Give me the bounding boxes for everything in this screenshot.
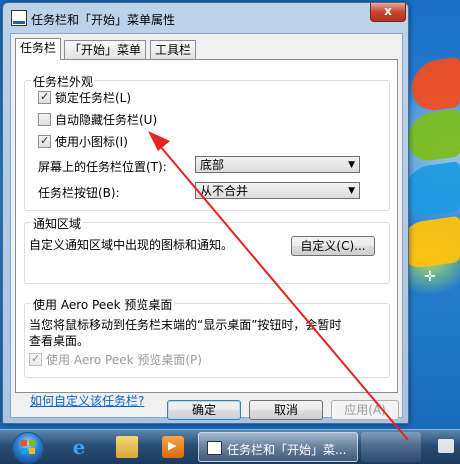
aero-peek-group: 使用 Aero Peek 预览桌面 当您将鼠标移动到任务栏末端的“显示桌面”按钮… [24, 296, 390, 378]
taskbar-window-icon [207, 441, 222, 455]
checkbox-label: 自动隐藏任务栏(U) [55, 113, 158, 127]
ok-button[interactable]: 确定 [167, 400, 241, 420]
taskbar-window-icon [11, 10, 27, 26]
start-button[interactable] [12, 432, 44, 464]
taskbar-location-select[interactable]: 底部 ▼ [195, 156, 360, 173]
windows-flag-icon [21, 440, 35, 454]
chevron-down-icon: ▼ [348, 186, 355, 196]
aero-peek-description-line1: 当您将鼠标移动到任务栏末端的“显示桌面”按钮时，会暂时 [29, 318, 342, 332]
notification-description: 自定义通知区域中出现的图标和通知。 [29, 238, 234, 252]
taskbar-task-button-2[interactable] [361, 432, 421, 462]
notification-area-group: 通知区域 自定义通知区域中出现的图标和通知。 自定义(C)... [24, 215, 390, 284]
windows-taskbar: e 任务栏和「开始」菜... [0, 429, 460, 464]
aero-peek-description-line2: 查看桌面。 [29, 334, 90, 348]
task-button-label: 任务栏和「开始」菜... [227, 443, 347, 457]
group-title: 使用 Aero Peek 预览桌面 [31, 296, 175, 313]
checkbox-label: 使用小图标(I) [55, 135, 128, 149]
windows-logo-red-pane [412, 56, 460, 114]
autohide-taskbar-checkbox[interactable]: 自动隐藏任务栏(U) [38, 112, 157, 128]
small-icons-checkbox[interactable]: 使用小图标(I) [38, 134, 128, 150]
tab-start-menu[interactable]: 「开始」菜单 [64, 40, 147, 59]
group-title: 通知区域 [31, 215, 84, 232]
cancel-button[interactable]: 取消 [249, 400, 323, 420]
customize-button[interactable]: 自定义(C)... [291, 236, 375, 256]
title-bar[interactable]: 任务栏和「开始」菜单属性 x [3, 3, 408, 33]
taskbar-appearance-group: 任务栏外观 锁定任务栏(L) 自动隐藏任务栏(U) 使用小图标(I) 屏幕上的任… [24, 73, 390, 211]
explorer-folder-icon[interactable] [116, 436, 138, 458]
apply-button[interactable]: 应用(A) [331, 400, 399, 420]
checkbox-checked-icon [38, 135, 51, 148]
selected-value: 从不合并 [200, 184, 249, 198]
lock-taskbar-checkbox[interactable]: 锁定任务栏(L) [38, 90, 131, 106]
tab-toolbars[interactable]: 工具栏 [150, 40, 197, 59]
taskbar-location-label: 屏幕上的任务栏位置(T): [38, 160, 167, 174]
checkbox-unchecked-icon [38, 113, 51, 126]
taskbar-properties-dialog: 任务栏和「开始」菜单属性 x 任务栏 「开始」菜单 工具栏 任务栏外观 锁定任务… [2, 2, 409, 424]
windows-logo-blue-pane [404, 161, 460, 219]
close-button[interactable]: x [370, 3, 406, 22]
tab-taskbar[interactable]: 任务栏 [15, 38, 62, 60]
internet-explorer-icon[interactable]: e [68, 436, 90, 458]
taskbar-buttons-label: 任务栏按钮(B): [38, 186, 120, 200]
checkbox-label: 锁定任务栏(L) [55, 91, 132, 105]
checkbox-checked-icon [38, 91, 51, 104]
tray-icon[interactable] [438, 439, 454, 453]
windows-logo-green-pane [408, 108, 460, 164]
chevron-down-icon: ▼ [348, 160, 355, 170]
tab-panel-taskbar: 任务栏外观 锁定任务栏(L) 自动隐藏任务栏(U) 使用小图标(I) 屏幕上的任… [15, 59, 398, 393]
selected-value: 底部 [200, 158, 225, 172]
group-title: 任务栏外观 [31, 73, 96, 90]
checkbox-checked-icon [29, 353, 42, 366]
window-title: 任务栏和「开始」菜单属性 [31, 13, 176, 27]
dialog-client-area: 任务栏 「开始」菜单 工具栏 任务栏外观 锁定任务栏(L) 自动隐藏任务栏(U)… [10, 33, 403, 420]
aero-peek-checkbox[interactable]: 使用 Aero Peek 预览桌面(P) [29, 352, 202, 368]
taskbar-buttons-select[interactable]: 从不合并 ▼ [195, 182, 360, 199]
checkbox-label: 使用 Aero Peek 预览桌面(P) [46, 353, 202, 367]
help-link[interactable]: 如何自定义该任务栏? [30, 392, 144, 409]
windows-logo-yellow-pane [400, 215, 460, 271]
mouse-cursor-icon: ✛ [424, 269, 436, 285]
media-player-icon[interactable] [162, 436, 184, 458]
taskbar-task-button[interactable]: 任务栏和「开始」菜... [198, 432, 358, 462]
